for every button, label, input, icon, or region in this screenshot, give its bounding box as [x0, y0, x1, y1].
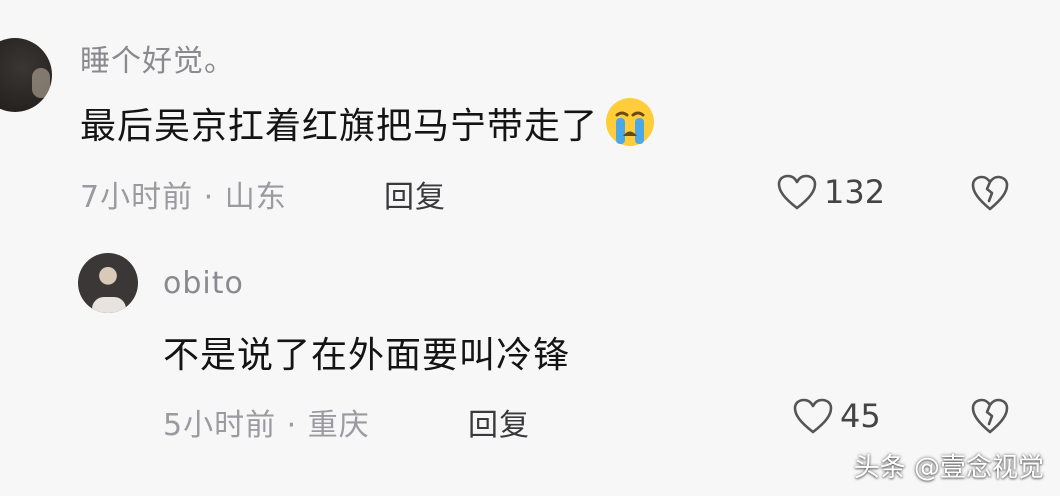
heart-icon: [777, 174, 817, 210]
like-count: 132: [824, 173, 886, 211]
like-button[interactable]: 132: [776, 173, 885, 211]
like-count: 45: [840, 397, 881, 435]
meta-separator: ·: [203, 180, 215, 215]
reply-button[interactable]: 回复: [468, 400, 530, 444]
comment-text-content: 最后吴京扛着红旗把马宁带走了: [80, 106, 599, 147]
comment-username[interactable]: obito: [163, 266, 244, 301]
comment-location: 重庆: [307, 408, 370, 443]
like-button[interactable]: 45: [792, 397, 881, 435]
broken-heart-icon[interactable]: [970, 397, 1010, 435]
comment-meta: 7小时前 · 山东: [80, 172, 287, 216]
avatar[interactable]: [78, 253, 138, 313]
watermark: 头条 @壹念视觉: [853, 453, 1044, 483]
broken-heart-icon[interactable]: [970, 174, 1010, 212]
heart-icon: [793, 398, 833, 434]
comment-text: 不是说了在外面要叫冷锋: [163, 335, 571, 376]
reply-button[interactable]: 回复: [384, 172, 446, 216]
comment-location: 山东: [224, 180, 287, 215]
meta-separator: ·: [286, 408, 298, 443]
crying-face-emoji-icon: [606, 98, 655, 146]
comment-time: 5小时前: [163, 408, 277, 443]
comment-text: 最后吴京扛着红旗把马宁带走了: [80, 96, 656, 149]
avatar[interactable]: [0, 38, 52, 112]
comment-time: 7小时前: [80, 180, 194, 215]
comment-username[interactable]: 睡个好觉。: [80, 36, 235, 80]
comment-meta: 5小时前 · 重庆: [163, 400, 370, 444]
